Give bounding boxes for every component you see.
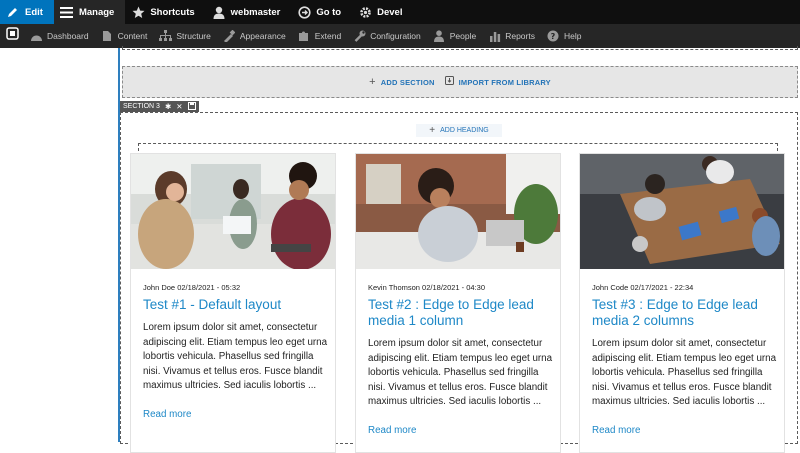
goto-icon [297,5,311,19]
menu-reports[interactable]: Reports [482,24,541,48]
section-toolbar: SECTION 3 ✱ ✕ [120,101,199,112]
content-icon [101,30,114,43]
menu-configuration[interactable]: Configuration [347,24,427,48]
import-icon [444,76,454,88]
configuration-icon [353,30,366,43]
import-library-button[interactable]: IMPORT FROM LIBRARY [444,76,551,88]
article-image[interactable] [356,154,560,269]
add-section-bar: + ADD SECTION IMPORT FROM LIBRARY [122,66,798,98]
menu-label: Configuration [370,31,421,41]
article-image[interactable] [131,154,335,269]
section-save-icon[interactable] [187,101,196,112]
menu-structure[interactable]: Structure [153,24,217,48]
orientation-icon [5,27,19,45]
menu-dashboard[interactable]: Dashboard [24,24,95,48]
hamburger-icon [60,5,74,19]
article-card: Kevin Thomson 02/18/2021 - 04:30 Test #2… [355,153,561,453]
menu-help[interactable]: ? Help [541,24,587,48]
article-meta: John Doe 02/18/2021 - 05:32 [143,283,241,292]
help-icon: ? [547,30,560,43]
add-heading-label: ADD HEADING [440,127,489,134]
plus-icon: + [369,76,376,88]
menu-appearance[interactable]: Appearance [217,24,292,48]
menu-label: Reports [505,31,535,41]
appearance-icon [223,30,236,43]
section-label: SECTION 3 [123,103,160,110]
menu-extend[interactable]: Extend [292,24,347,48]
shortcuts-button[interactable]: Shortcuts [125,0,205,24]
toggle-orientation-button[interactable] [0,24,24,48]
devel-label: Devel [377,6,403,18]
previous-section-outline [122,46,798,50]
menu-label: Help [563,31,582,41]
menu-label: Content [117,31,148,41]
menu-label: Appearance [239,31,286,41]
article-card: John Doe 02/18/2021 - 05:32 Test #1 - De… [130,153,336,453]
star-icon [131,5,145,19]
import-library-label: IMPORT FROM LIBRARY [458,77,551,87]
admin-menu: Dashboard Content Structure Appearance E… [0,24,800,48]
user-button[interactable]: webmaster [206,0,292,24]
goto-button[interactable]: Go to [291,0,352,24]
region-outline [138,143,778,151]
svg-text:?: ? [551,32,556,41]
edit-label: Edit [25,6,43,18]
devel-button[interactable]: Devel [352,0,413,24]
left-gutter [0,48,118,442]
section-settings-icon[interactable]: ✱ [165,102,171,111]
article-image[interactable] [580,154,784,269]
user-icon [212,5,226,19]
people-icon [433,30,446,43]
manage-button[interactable]: Manage [53,0,126,24]
user-label: webmaster [230,6,281,18]
article-summary: Lorem ipsum dolor sit amet, consectetur … [368,338,553,408]
menu-label: People [449,31,477,41]
menu-label: Structure [176,31,211,41]
article-meta: Kevin Thomson 02/18/2021 - 04:30 [368,283,486,292]
pencil-icon [6,5,20,19]
extend-icon [298,30,311,43]
structure-icon [159,30,173,43]
article-summary: Lorem ipsum dolor sit amet, consectetur … [592,338,777,408]
goto-label: Go to [316,6,342,18]
reports-icon [488,30,501,43]
dashboard-icon [30,30,43,43]
read-more-link[interactable]: Read more [368,425,416,436]
edit-button[interactable]: Edit [0,0,54,24]
article-card: John Code 02/17/2021 - 22:34 Test #3 : E… [579,153,785,453]
menu-label: Dashboard [47,31,89,41]
article-title[interactable]: Test #3 : Edge to Edge lead media 2 colu… [592,297,782,329]
gear-icon [358,5,372,19]
menu-content[interactable]: Content [95,24,154,48]
admin-toolbar: Edit Manage Shortcuts webmaster Go to De… [0,0,800,24]
article-title[interactable]: Test #2 : Edge to Edge lead media 1 colu… [368,297,558,329]
read-more-link[interactable]: Read more [143,409,191,420]
manage-label: Manage [78,6,115,18]
article-meta: John Code 02/17/2021 - 22:34 [592,283,694,292]
menu-people[interactable]: People [427,24,482,48]
menu-label: Extend [314,31,342,41]
article-summary: Lorem ipsum dolor sit amet, consectetur … [143,322,328,392]
read-more-link[interactable]: Read more [592,425,640,436]
layout-builder: + ADD SECTION IMPORT FROM LIBRARY SECTIO… [120,46,800,453]
add-heading-button[interactable]: + ADD HEADING [416,124,502,137]
add-section-label: ADD SECTION [380,77,435,87]
shortcuts-label: Shortcuts [150,6,195,18]
section-remove-icon[interactable]: ✕ [176,102,182,111]
add-section-button[interactable]: + ADD SECTION [369,76,435,88]
article-title[interactable]: Test #1 - Default layout [143,297,333,313]
plus-icon: + [429,125,436,136]
